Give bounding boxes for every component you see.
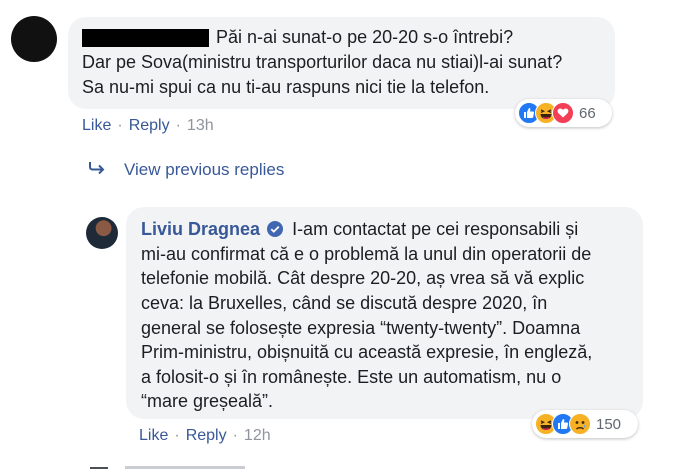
like-link[interactable]: Like [139,427,168,444]
comment-line-1: Păi n-ai sunat-o pe 20-20 s-o întrebi? [216,27,514,47]
reply-text-line: general se folosește expresia “twenty-tw… [141,318,581,338]
reply-text-line: telefonie mobilă. Cât despre 20-20, aș v… [141,268,585,288]
reply-text-line: a folosit-o și în românește. Este un aut… [141,367,562,387]
view-previous-replies[interactable]: View previous replies [88,160,284,180]
reply-text-line: ceva: la Bruxelles, când se discută desp… [141,293,548,313]
reply-link[interactable]: Reply [129,117,170,134]
separator-dot: · [232,427,238,444]
author-name[interactable]: Liviu Dragnea [141,219,260,239]
commenter-avatar[interactable] [11,16,57,62]
reaction-count: 66 [579,104,596,122]
separator-dot: · [174,427,180,444]
comment-bubble: Păi n-ai sunat-o pe 20-20 s-o întrebi? D… [68,17,615,109]
cutoff-next-row [90,467,108,469]
timestamp[interactable]: 12h [244,427,271,444]
verified-badge-icon [267,221,284,237]
like-link[interactable]: Like [82,117,111,134]
reply-text-line: Prim-ministru, obișnuită cu această expr… [141,342,593,362]
reply-line-1: Liviu Dragnea I-am contactat pe cei resp… [141,217,578,242]
reply-link[interactable]: Reply [186,427,227,444]
reply-text-line: I-am contactat pe cei responsabili și [292,219,579,239]
separator-dot: · [117,117,123,134]
cutoff-next-row [125,466,245,469]
reply-text-line: mi-au confirmat că e o problemă la unul … [141,244,592,264]
reply-bubble: Liviu Dragnea I-am contactat pe cei resp… [126,207,643,419]
author-avatar[interactable] [86,217,118,249]
reaction-summary[interactable]: 150 [532,410,638,438]
timestamp[interactable]: 13h [187,117,214,134]
separator-dot: · [175,117,181,134]
reaction-count: 150 [596,415,622,433]
comment-actions: Like · Reply · 13h [82,117,214,135]
love-icon [552,102,574,124]
reaction-summary[interactable]: 66 [515,99,612,127]
view-previous-label[interactable]: View previous replies [124,160,284,180]
reply-arrow-icon [88,161,110,180]
comment-line-3: Sa nu-mi spui ca nu ti-au raspuns nici t… [82,77,490,97]
comment-line-2: Dar pe Sova(ministru transporturilor dac… [82,52,563,72]
sad-icon [569,413,591,435]
reply-actions: Like · Reply · 12h [139,427,271,445]
reply-text-line: “mare greșeală”. [141,391,274,411]
redacted-name-bar [82,29,209,47]
